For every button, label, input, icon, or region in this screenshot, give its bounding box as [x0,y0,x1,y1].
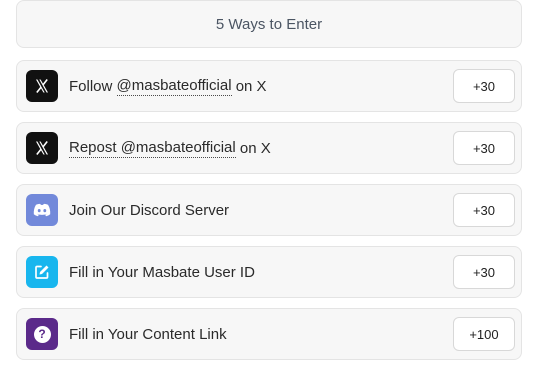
entry-label: Follow @masbateofficial on X [69,61,267,111]
entry-follow-x[interactable]: Follow @masbateofficial on X +30 [16,60,522,112]
entry-label-prefix: Repost [69,138,117,156]
entry-label-prefix: Follow [69,77,117,95]
edit-icon [26,256,58,288]
points-button[interactable]: +30 [453,193,515,227]
entry-label-suffix: on X [235,139,271,157]
points-button[interactable]: +30 [453,255,515,289]
entry-label: Join Our Discord Server [69,201,230,219]
discord-icon [26,194,58,226]
points-button[interactable]: +30 [453,69,515,103]
repost-link[interactable]: Repost @masbateofficial [69,139,236,158]
handle-link[interactable]: @masbateofficial [116,77,232,96]
entry-label-suffix: on X [231,77,267,95]
points-button[interactable]: +30 [453,131,515,165]
x-logo-icon [26,70,58,102]
x-logo-icon [26,132,58,164]
handle-link: @masbateofficial [116,138,236,156]
entry-content-link[interactable]: ? Fill in Your Content Link +100 [16,308,522,360]
header-title: 5 Ways to Enter [215,15,323,33]
entry-user-id[interactable]: Fill in Your Masbate User ID +30 [16,246,522,298]
question-icon: ? [26,318,58,350]
entry-label: Repost @masbateofficial on X [69,123,271,173]
entry-label: Fill in Your Masbate User ID [69,263,255,281]
entry-label: Fill in Your Content Link [69,325,227,343]
entry-methods-header: 5 Ways to Enter [16,0,522,48]
entry-discord[interactable]: Join Our Discord Server +30 [16,184,522,236]
points-button[interactable]: +100 [453,317,515,351]
entry-repost-x[interactable]: Repost @masbateofficial on X +30 [16,122,522,174]
